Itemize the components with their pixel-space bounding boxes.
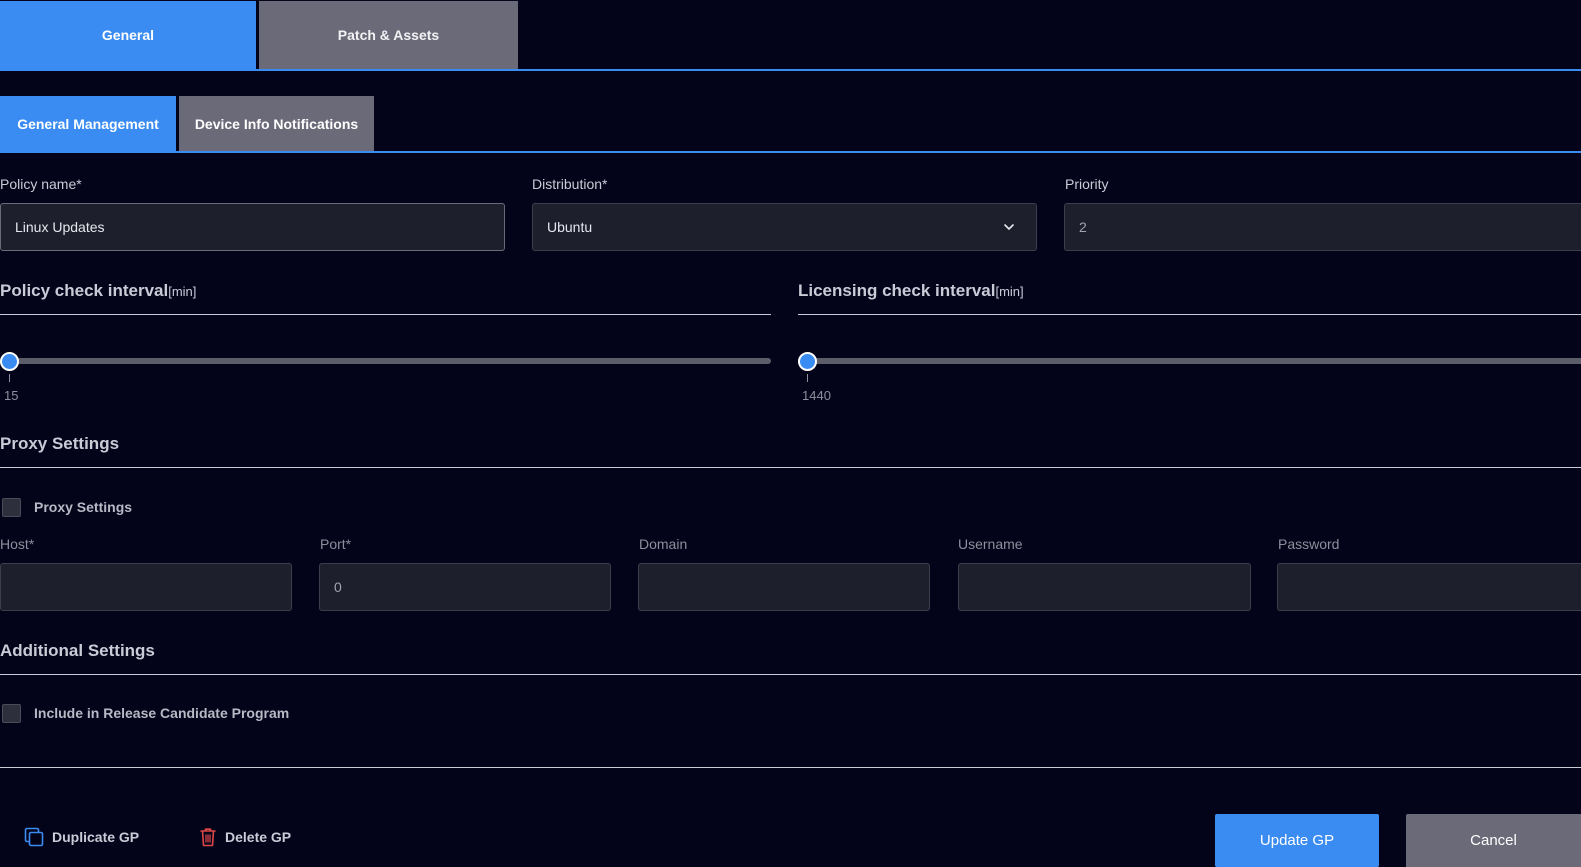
sub-tab-bar: General Management Device Info Notificat…: [0, 96, 1581, 153]
licensing-check-slider-track[interactable]: [798, 358, 1581, 364]
cancel-button[interactable]: Cancel: [1406, 814, 1581, 867]
divider: [0, 767, 1581, 768]
policy-check-interval-text: Policy check interval: [0, 281, 169, 300]
trash-icon: [200, 828, 216, 847]
policy-check-value: 15: [4, 388, 19, 403]
release-candidate-checkbox[interactable]: [2, 704, 21, 723]
release-candidate-checkbox-label: Include in Release Candidate Program: [34, 705, 290, 721]
username-label: Username: [958, 536, 1023, 552]
policy-check-slider-track[interactable]: [0, 358, 771, 364]
proxy-settings-checkbox-label: Proxy Settings: [34, 499, 133, 515]
domain-label: Domain: [639, 536, 688, 552]
licensing-check-interval-text: Licensing check interval: [798, 281, 996, 300]
password-label: Password: [1278, 536, 1340, 552]
divider: [0, 674, 1581, 675]
port-label: Port*: [320, 536, 352, 552]
divider: [0, 467, 1581, 468]
port-value: 0: [334, 579, 342, 595]
duplicate-gp-button[interactable]: Duplicate GP: [24, 827, 139, 847]
distribution-value: Ubuntu: [547, 219, 593, 235]
additional-settings-title: Additional Settings: [0, 641, 155, 660]
priority-label: Priority: [1065, 176, 1109, 192]
tab-patch-assets[interactable]: Patch & Assets: [259, 1, 518, 69]
licensing-check-value: 1440: [802, 388, 831, 403]
distribution-select[interactable]: Ubuntu: [532, 203, 1037, 251]
update-gp-button[interactable]: Update GP: [1215, 814, 1379, 867]
proxy-settings-checkbox[interactable]: [2, 498, 21, 517]
password-field[interactable]: [1277, 563, 1581, 611]
distribution-label: Distribution*: [532, 176, 608, 192]
proxy-settings-title: Proxy Settings: [0, 434, 120, 453]
duplicate-gp-label: Duplicate GP: [52, 829, 140, 845]
policy-name-field[interactable]: [0, 203, 505, 251]
priority-field[interactable]: 2: [1064, 203, 1581, 251]
licensing-check-slider-thumb[interactable]: [798, 352, 817, 371]
policy-check-slider-thumb[interactable]: [0, 352, 19, 371]
domain-field[interactable]: [638, 563, 930, 611]
delete-gp-label: Delete GP: [225, 829, 292, 845]
tab-general[interactable]: General: [0, 1, 256, 69]
divider: [798, 314, 1581, 315]
policy-name-label: Policy name*: [0, 176, 82, 192]
tab-device-info-notifications[interactable]: Device Info Notifications: [179, 96, 374, 151]
port-field[interactable]: 0: [319, 563, 611, 611]
duplicate-icon: [24, 827, 44, 847]
policy-check-interval-title: Policy check interval[min]: [0, 281, 196, 301]
policy-name-input[interactable]: [15, 204, 504, 250]
slider-tick: [9, 374, 10, 382]
licensing-check-interval-title: Licensing check interval[min]: [798, 281, 1024, 301]
username-field[interactable]: [958, 563, 1251, 611]
delete-gp-button[interactable]: Delete GP: [199, 827, 291, 847]
top-tab-bar: General Patch & Assets: [0, 0, 1581, 71]
host-field[interactable]: [0, 563, 292, 611]
tab-general-management[interactable]: General Management: [0, 96, 176, 151]
slider-tick: [807, 374, 808, 382]
policy-check-interval-unit: [min]: [168, 284, 197, 299]
host-label: Host*: [0, 536, 35, 552]
chevron-down-icon: [1004, 224, 1014, 230]
licensing-check-interval-unit: [min]: [995, 284, 1024, 299]
divider: [0, 314, 771, 315]
priority-value: 2: [1079, 219, 1087, 235]
